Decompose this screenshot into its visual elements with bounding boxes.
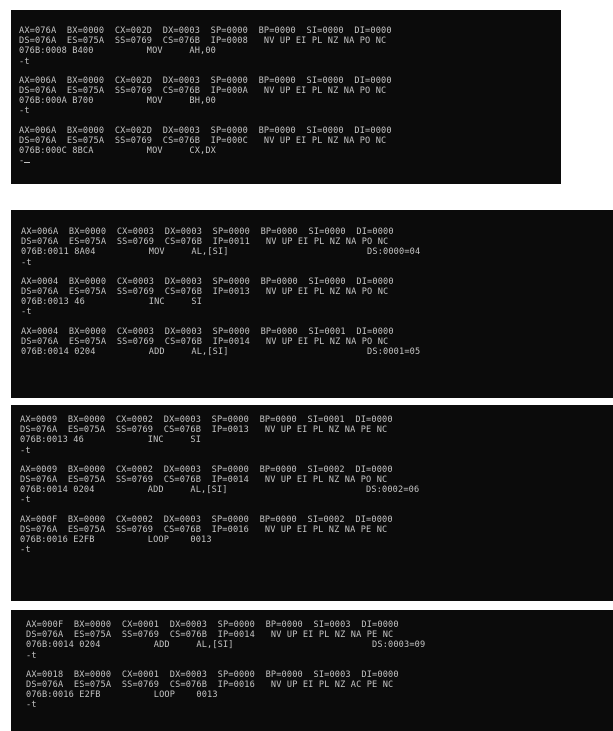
debug-console-panel-1[interactable]: AX=076A BX=0000 CX=002D DX=0003 SP=0000 … [11, 10, 561, 184]
segment-flags-line: DS=076A ES=075A SS=0769 CS=076B IP=0011 … [21, 237, 389, 248]
command-prompt: -t [20, 495, 31, 506]
register-line: AX=076A BX=0000 CX=002D DX=0003 SP=0000 … [19, 26, 392, 36]
text-cursor [24, 162, 31, 164]
instruction-line: 076B:0016 E2FB LOOP 0013 [20, 534, 212, 545]
instruction-line: 076B:0013 46 INC SI [20, 435, 202, 446]
register-line: AX=006A BX=0000 CX=002D DX=0003 SP=0000 … [19, 75, 392, 86]
register-dump: AX=000F BX=0000 CX=0002 DX=0003 SP=0000 … [20, 515, 613, 556]
instruction-line: 076B:0016 E2FB LOOP 0013 [26, 690, 218, 701]
register-line: AX=0004 BX=0000 CX=0003 DX=0003 SP=0000 … [21, 326, 394, 337]
command-prompt: -t [21, 307, 32, 318]
segment-flags-line: DS=076A ES=075A SS=0769 CS=076B IP=0008 … [19, 36, 387, 47]
register-dump: AX=006A BX=0000 CX=002D DX=0003 SP=0000 … [19, 76, 561, 117]
register-line: AX=000F BX=0000 CX=0001 DX=0003 SP=0000 … [26, 620, 399, 630]
register-dump: AX=0018 BX=0000 CX=0001 DX=0003 SP=0000 … [26, 670, 613, 711]
instruction-line: 076B:0013 46 INC SI [21, 297, 203, 308]
segment-flags-line: DS=076A ES=075A SS=0769 CS=076B IP=0013 … [21, 286, 389, 297]
register-line: AX=006A BX=0000 CX=0003 DX=0003 SP=0000 … [21, 227, 394, 237]
instruction-line: 076B:000A B700 MOV BH,00 [19, 96, 216, 107]
segment-flags-line: DS=076A ES=075A SS=0769 CS=076B IP=0014 … [21, 336, 389, 347]
register-dump: AX=0009 BX=0000 CX=0002 DX=0003 SP=0000 … [20, 415, 613, 456]
command-prompt: -t [26, 700, 37, 711]
register-dump: AX=006A BX=0000 CX=0003 DX=0003 SP=0000 … [21, 227, 613, 268]
register-line: AX=0009 BX=0000 CX=0002 DX=0003 SP=0000 … [20, 415, 393, 425]
register-line: AX=0009 BX=0000 CX=0002 DX=0003 SP=0000 … [20, 464, 393, 475]
command-prompt-input[interactable]: - [19, 156, 561, 166]
segment-flags-line: DS=076A ES=075A SS=0769 CS=076B IP=0014 … [20, 474, 388, 485]
instruction-line: 076B:000C 8BCA MOV CX,DX [19, 145, 216, 156]
register-dump: AX=0004 BX=0000 CX=0003 DX=0003 SP=0000 … [21, 277, 613, 318]
register-dump: AX=000F BX=0000 CX=0001 DX=0003 SP=0000 … [26, 620, 613, 661]
register-line: AX=006A BX=0000 CX=002D DX=0003 SP=0000 … [19, 125, 392, 136]
instruction-line: 076B:0014 0204 ADD AL,[SI] DS:0001=05 [21, 346, 421, 357]
segment-flags-line: DS=076A ES=075A SS=0769 CS=076B IP=0013 … [20, 425, 388, 436]
instruction-line: 076B:0014 0204 ADD AL,[SI] DS:0003=09 [26, 640, 426, 651]
command-prompt: -t [20, 545, 31, 556]
command-prompt: -t [26, 650, 37, 661]
command-prompt: -t [19, 106, 30, 117]
register-line: AX=000F BX=0000 CX=0002 DX=0003 SP=0000 … [20, 514, 393, 525]
debug-console-panel-2[interactable]: AX=006A BX=0000 CX=0003 DX=0003 SP=0000 … [11, 210, 613, 398]
debug-console-panel-4[interactable]: AX=000F BX=0000 CX=0001 DX=0003 SP=0000 … [11, 610, 613, 731]
instruction-line: 076B:0011 8A04 MOV AL,[SI] DS:0000=04 [21, 247, 421, 258]
segment-flags-line: DS=076A ES=075A SS=0769 CS=076B IP=000A … [19, 85, 387, 96]
command-prompt: -t [21, 257, 32, 268]
register-line: AX=0004 BX=0000 CX=0003 DX=0003 SP=0000 … [21, 276, 394, 287]
segment-flags-line: DS=076A ES=075A SS=0769 CS=076B IP=000C … [19, 135, 387, 146]
register-dump: AX=0009 BX=0000 CX=0002 DX=0003 SP=0000 … [20, 465, 613, 506]
segment-flags-line: DS=076A ES=075A SS=0769 CS=076B IP=0014 … [26, 630, 394, 641]
register-dump: AX=006A BX=0000 CX=002D DX=0003 SP=0000 … [19, 126, 561, 167]
segment-flags-line: DS=076A ES=075A SS=0769 CS=076B IP=0016 … [20, 524, 388, 535]
register-line: AX=0018 BX=0000 CX=0001 DX=0003 SP=0000 … [26, 669, 399, 680]
instruction-line: 076B:0014 0204 ADD AL,[SI] DS:0002=06 [20, 485, 420, 496]
prompt-text: - [19, 156, 25, 167]
register-dump: AX=0004 BX=0000 CX=0003 DX=0003 SP=0000 … [21, 327, 613, 358]
command-prompt: -t [19, 56, 30, 67]
register-dump: AX=076A BX=0000 CX=002D DX=0003 SP=0000 … [19, 26, 561, 67]
debug-console-panel-3[interactable]: AX=0009 BX=0000 CX=0002 DX=0003 SP=0000 … [11, 405, 613, 601]
segment-flags-line: DS=076A ES=075A SS=0769 CS=076B IP=0016 … [26, 679, 394, 690]
command-prompt: -t [20, 445, 31, 456]
instruction-line: 076B:0008 B400 MOV AH,00 [19, 46, 216, 57]
